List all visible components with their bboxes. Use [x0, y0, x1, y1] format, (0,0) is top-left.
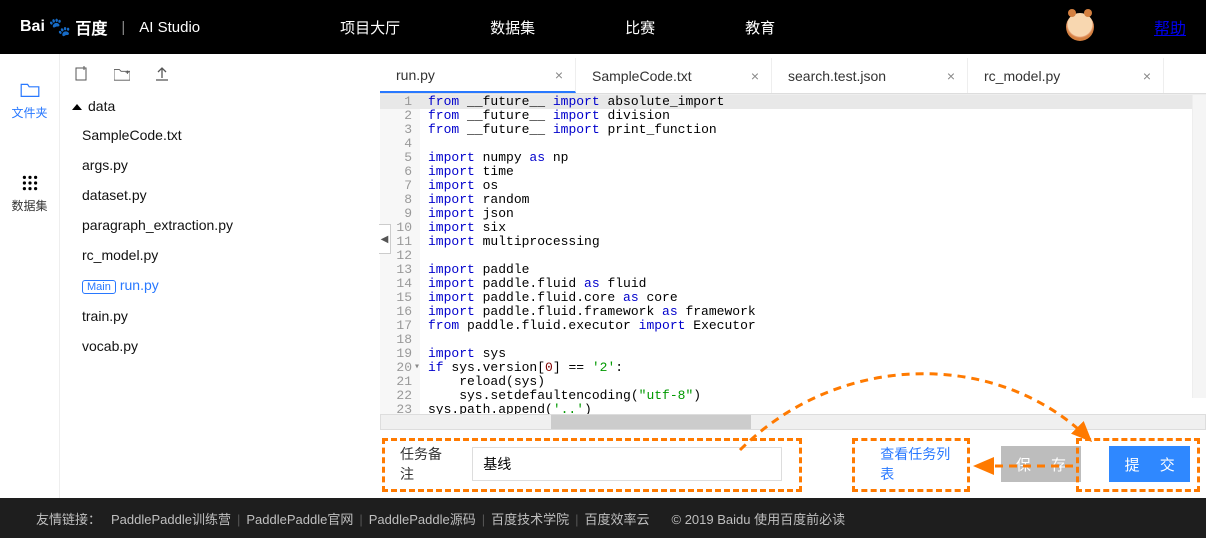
- code-editor[interactable]: 1from __future__ import absolute_import2…: [380, 94, 1206, 414]
- code-line[interactable]: 15import paddle.fluid.core as core: [380, 291, 1206, 305]
- logo-area[interactable]: Bai🐾百度 | AI Studio: [20, 15, 200, 39]
- code-line[interactable]: 21 reload(sys): [380, 375, 1206, 389]
- file-dataset.py[interactable]: dataset.py: [70, 180, 370, 210]
- code-line[interactable]: 9import json: [380, 207, 1206, 221]
- new-folder-icon[interactable]: [114, 66, 130, 82]
- remark-input[interactable]: [472, 447, 782, 481]
- upload-icon[interactable]: [154, 66, 170, 82]
- editor-tabs: run.py×SampleCode.txt×search.test.json×r…: [380, 58, 1206, 94]
- top-nav: 项目大厅 数据集 比赛 教育: [340, 17, 775, 38]
- nav-项目大厅[interactable]: 项目大厅: [340, 17, 400, 38]
- save-button[interactable]: 保 存: [1001, 446, 1082, 482]
- caret-up-icon: [72, 104, 82, 110]
- nav-数据集[interactable]: 数据集: [490, 17, 535, 38]
- code-line[interactable]: 6import time: [380, 165, 1206, 179]
- code-line[interactable]: 1from __future__ import absolute_import: [380, 95, 1206, 109]
- horizontal-scrollbar[interactable]: [380, 414, 1206, 430]
- dir-data[interactable]: data: [70, 92, 370, 120]
- code-line[interactable]: 17from paddle.fluid.executor import Exec…: [380, 319, 1206, 333]
- file-toolbar: [60, 60, 380, 92]
- code-line[interactable]: 19import sys: [380, 347, 1206, 361]
- code-line[interactable]: 4: [380, 137, 1206, 151]
- file-rc_model.py[interactable]: rc_model.py: [70, 240, 370, 270]
- file-paragraph_extraction.py[interactable]: paragraph_extraction.py: [70, 210, 370, 240]
- file-vocab.py[interactable]: vocab.py: [70, 331, 370, 361]
- close-icon[interactable]: ×: [947, 68, 955, 84]
- file-explorer: dataSampleCode.txtargs.pydataset.pyparag…: [60, 54, 380, 498]
- code-line[interactable]: 22 sys.setdefaultencoding("utf-8"): [380, 389, 1206, 403]
- top-header: Bai🐾百度 | AI Studio 项目大厅 数据集 比赛 教育 帮助: [0, 0, 1206, 54]
- avatar[interactable]: [1066, 13, 1094, 41]
- footer-link[interactable]: PaddlePaddle官网: [246, 512, 353, 527]
- rail-datasets[interactable]: 数据集: [0, 167, 59, 230]
- vertical-scrollbar[interactable]: [1192, 95, 1206, 398]
- code-line[interactable]: 18: [380, 333, 1206, 347]
- footer: 友情链接： PaddlePaddle训练营|PaddlePaddle官网|Pad…: [0, 498, 1206, 538]
- code-line[interactable]: 23sys.path.append('..'): [380, 403, 1206, 414]
- file-run.py[interactable]: Mainrun.py: [70, 270, 370, 301]
- tab-search.test.json[interactable]: search.test.json×: [772, 58, 968, 93]
- folder-icon: [20, 82, 40, 98]
- code-line[interactable]: 12: [380, 249, 1206, 263]
- close-icon[interactable]: ×: [555, 67, 563, 83]
- grid-icon: [20, 175, 40, 191]
- file-SampleCode.txt[interactable]: SampleCode.txt: [70, 120, 370, 150]
- close-icon[interactable]: ×: [1143, 68, 1151, 84]
- collapse-sidebar-icon[interactable]: ◀: [379, 224, 391, 254]
- footer-copyright: © 2019 Baidu 使用百度前必读: [672, 509, 846, 528]
- code-line[interactable]: 14import paddle.fluid as fluid: [380, 277, 1206, 291]
- task-action-bar: 任务备注 查看任务列表 保 存 提 交: [380, 430, 1206, 498]
- footer-link[interactable]: 百度效率云: [585, 512, 650, 527]
- footer-link[interactable]: PaddlePaddle训练营: [111, 512, 231, 527]
- code-line[interactable]: 2from __future__ import division: [380, 109, 1206, 123]
- file-args.py[interactable]: args.py: [70, 150, 370, 180]
- code-line[interactable]: 10import six: [380, 221, 1206, 235]
- footer-label: 友情链接：: [36, 509, 101, 528]
- nav-比赛[interactable]: 比赛: [625, 17, 655, 38]
- code-line[interactable]: 3from __future__ import print_function: [380, 123, 1206, 137]
- tab-rc_model.py[interactable]: rc_model.py×: [968, 58, 1164, 93]
- tab-SampleCode.txt[interactable]: SampleCode.txt×: [576, 58, 772, 93]
- nav-教育[interactable]: 教育: [745, 17, 775, 38]
- code-line[interactable]: 16import paddle.fluid.framework as frame…: [380, 305, 1206, 319]
- footer-link[interactable]: PaddlePaddle源码: [369, 512, 476, 527]
- remark-label: 任务备注: [396, 444, 460, 484]
- new-file-icon[interactable]: [74, 66, 90, 82]
- code-line[interactable]: 8import random: [380, 193, 1206, 207]
- main-tag: Main: [82, 280, 116, 294]
- code-line[interactable]: 11import multiprocessing: [380, 235, 1206, 249]
- help-link[interactable]: 帮助: [1154, 15, 1186, 39]
- close-icon[interactable]: ×: [751, 68, 759, 84]
- view-task-list-link[interactable]: 查看任务列表: [874, 440, 964, 488]
- file-train.py[interactable]: train.py: [70, 301, 370, 331]
- studio-label: AI Studio: [139, 19, 200, 36]
- code-line[interactable]: 7import os: [380, 179, 1206, 193]
- submit-button[interactable]: 提 交: [1109, 446, 1190, 482]
- tab-run.py[interactable]: run.py×: [380, 58, 576, 93]
- footer-link[interactable]: 百度技术学院: [491, 512, 569, 527]
- rail-files[interactable]: 文件夹: [0, 74, 59, 137]
- editor-area: ◀ run.py×SampleCode.txt×search.test.json…: [380, 54, 1206, 498]
- paw-icon: 🐾: [49, 17, 71, 38]
- code-line[interactable]: 13import paddle: [380, 263, 1206, 277]
- left-rail: 文件夹 数据集: [0, 54, 60, 498]
- code-line[interactable]: 20▾if sys.version[0] == '2':: [380, 361, 1206, 375]
- code-line[interactable]: 5import numpy as np: [380, 151, 1206, 165]
